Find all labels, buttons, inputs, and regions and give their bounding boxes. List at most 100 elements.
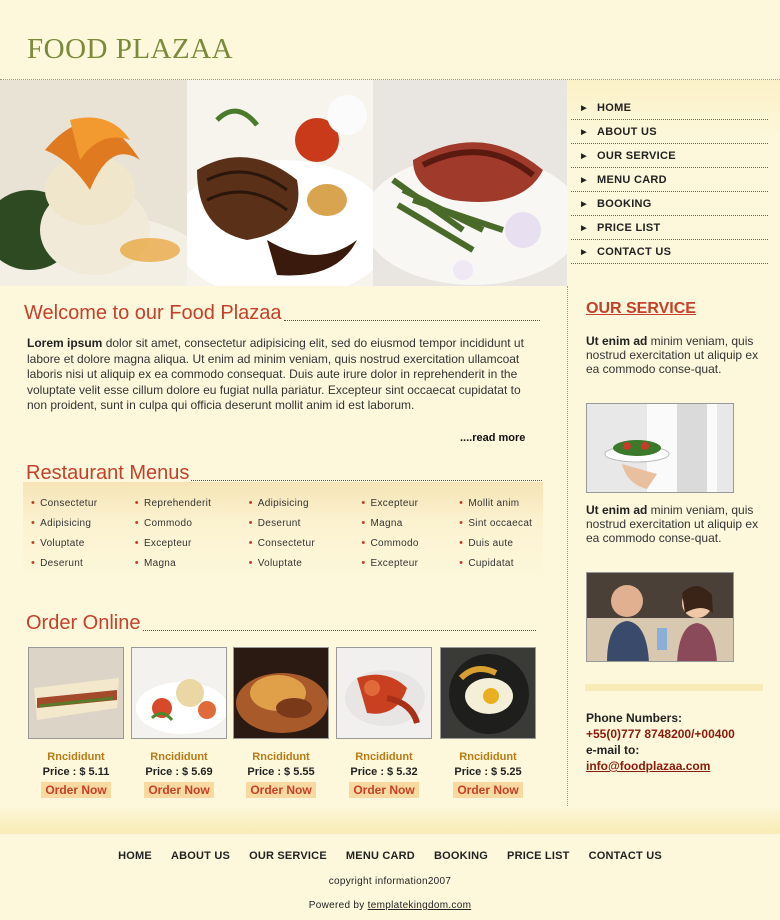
menu-item[interactable]: Consectetur (31, 496, 135, 510)
nav-item-label: PRICE LIST (597, 221, 661, 234)
service-text: Ut enim ad minim veniam, quis nostrud ex… (586, 334, 761, 376)
menu-item[interactable]: Commodo (361, 536, 459, 550)
product-price: Price : $ 5.11 (42, 766, 110, 778)
product-image-sandwich[interactable] (28, 647, 124, 739)
menu-item[interactable]: Adipisicing (249, 496, 362, 510)
contact-info: Phone Numbers: +55(0)777 8748200/+00400 … (586, 710, 735, 774)
menu-item[interactable]: Voluptate (249, 556, 362, 570)
arrow-right-icon: ▶ (581, 200, 587, 208)
menu-item[interactable]: Sint occaecat (459, 516, 543, 530)
menu-item[interactable]: Magna (135, 556, 249, 570)
dotted-divider (283, 320, 540, 321)
nav-item-label: CONTACT US (597, 245, 672, 258)
sidebar-divider (585, 684, 763, 691)
product-card: Rncididunt Price : $ 5.25 Order Now (440, 647, 536, 799)
footer-link-booking[interactable]: BOOKING (434, 850, 488, 862)
footer: HOME ABOUT US OUR SERVICE MENU CARD BOOK… (0, 830, 780, 920)
nav-item-contact-us[interactable]: ▶ CONTACT US (571, 240, 768, 264)
site-logo[interactable]: FOOD PLAZAA (27, 33, 233, 66)
phone-number: +55(0)777 8748200/+00400 (586, 727, 735, 741)
email-link[interactable]: info@foodplazaa.com (586, 759, 710, 773)
main-nav: ▶ HOME ▶ ABOUT US ▶ OUR SERVICE ▶ MENU CARD … (567, 80, 780, 286)
footer-link-contact-us[interactable]: CONTACT US (589, 850, 662, 862)
hero-photo-steak (187, 80, 373, 286)
product-card: Rncididunt Price : $ 5.32 Order Now (336, 647, 432, 799)
menu-item[interactable]: Cupidatat (459, 556, 543, 570)
product-price: Price : $ 5.55 (247, 766, 315, 778)
service-lead: Ut enim ad (586, 334, 648, 348)
product-card: Rncididunt Price : $ 5.55 Order Now (233, 647, 329, 799)
menu-column: Adipisicing Deserunt Consectetur Volupta… (249, 496, 362, 584)
arrow-right-icon: ▶ (581, 152, 587, 160)
menu-column: Consectetur Adipisicing Voluptate Deseru… (31, 496, 135, 584)
footer-band (0, 806, 780, 830)
footer-link-menu-card[interactable]: MENU CARD (346, 850, 415, 862)
phone-label: Phone Numbers: (586, 711, 683, 725)
nav-item-menu-card[interactable]: ▶ MENU CARD (571, 168, 768, 192)
menu-item[interactable]: Consectetur (249, 536, 362, 550)
order-now-button[interactable]: Order Now (41, 782, 111, 798)
welcome-heading: Welcome to our Food Plazaa (24, 302, 540, 325)
menu-item[interactable]: Commodo (135, 516, 249, 530)
menu-item[interactable]: Deserunt (31, 556, 135, 570)
menu-item[interactable]: Reprehenderit (135, 496, 249, 510)
product-price: Price : $ 5.69 (145, 766, 213, 778)
product-image-lobster[interactable] (336, 647, 432, 739)
product-name: Rncididunt (355, 751, 413, 763)
order-now-button[interactable]: Order Now (246, 782, 316, 798)
service-text: Ut enim ad minim veniam, quis nostrud ex… (586, 503, 761, 545)
order-heading-text: Order Online (26, 612, 141, 634)
footer-link-our-service[interactable]: OUR SERVICE (249, 850, 327, 862)
nav-item-price-list[interactable]: ▶ PRICE LIST (571, 216, 768, 240)
nav-item-our-service[interactable]: ▶ OUR SERVICE (571, 144, 768, 168)
welcome-heading-text: Welcome to our Food Plazaa (24, 302, 282, 324)
order-heading: Order Online (26, 612, 536, 635)
footer-link-price-list[interactable]: PRICE LIST (507, 850, 570, 862)
dotted-divider (191, 480, 542, 481)
product-image-dessert[interactable] (131, 647, 227, 739)
product-card: Rncididunt Price : $ 5.11 Order Now (28, 647, 124, 799)
product-price: Price : $ 5.32 (350, 766, 418, 778)
arrow-right-icon: ▶ (581, 224, 587, 232)
product-list: Rncididunt Price : $ 5.11 Order Now Rnci… (28, 647, 542, 807)
menu-column: Reprehenderit Commodo Excepteur Magna (135, 496, 249, 584)
menu-item[interactable]: Magna (361, 516, 459, 530)
menu-item[interactable]: Duis aute (459, 536, 543, 550)
arrow-right-icon: ▶ (581, 104, 587, 112)
menu-item[interactable]: Adipisicing (31, 516, 135, 530)
product-name: Rncididunt (150, 751, 208, 763)
dotted-divider (142, 630, 536, 631)
order-now-button[interactable]: Order Now (453, 782, 523, 798)
product-name: Rncididunt (252, 751, 310, 763)
read-more-link[interactable]: ....read more (460, 432, 525, 444)
welcome-lead: Lorem ipsum (27, 336, 103, 350)
menu-column: Mollit anim Sint occaecat Duis aute Cupi… (459, 496, 543, 584)
menu-item[interactable]: Excepteur (361, 556, 459, 570)
service-heading[interactable]: OUR SERVICE (586, 300, 696, 318)
footer-link-about-us[interactable]: ABOUT US (171, 850, 230, 862)
copyright-text: copyright information2007 (328, 876, 452, 887)
menu-column: Excepteur Magna Commodo Excepteur (361, 496, 459, 584)
powered-by: Powered by templatekingdom.com (0, 900, 780, 911)
hero-photo-fish-dish (0, 80, 187, 286)
welcome-paragraph: Lorem ipsum dolor sit amet, consectetur … (27, 336, 541, 414)
footer-nav: HOME ABOUT US OUR SERVICE MENU CARD BOOK… (0, 850, 780, 862)
product-image-egg-dish[interactable] (440, 647, 536, 739)
service-lead: Ut enim ad (586, 503, 648, 517)
product-card: Rncididunt Price : $ 5.69 Order Now (131, 647, 227, 799)
menu-item[interactable]: Mollit anim (459, 496, 543, 510)
order-now-button[interactable]: Order Now (144, 782, 214, 798)
menu-item[interactable]: Deserunt (249, 516, 362, 530)
footer-link-home[interactable]: HOME (118, 850, 152, 862)
powered-by-link[interactable]: templatekingdom.com (368, 900, 472, 911)
nav-item-about-us[interactable]: ▶ ABOUT US (571, 120, 768, 144)
menu-item[interactable]: Excepteur (135, 536, 249, 550)
nav-item-booking[interactable]: ▶ BOOKING (571, 192, 768, 216)
menu-item[interactable]: Excepteur (361, 496, 459, 510)
hero-banner (0, 80, 567, 286)
product-image-pastry[interactable] (233, 647, 329, 739)
nav-item-home[interactable]: ▶ HOME (571, 96, 768, 120)
nav-item-label: MENU CARD (597, 173, 667, 186)
menu-item[interactable]: Voluptate (31, 536, 135, 550)
order-now-button[interactable]: Order Now (349, 782, 419, 798)
